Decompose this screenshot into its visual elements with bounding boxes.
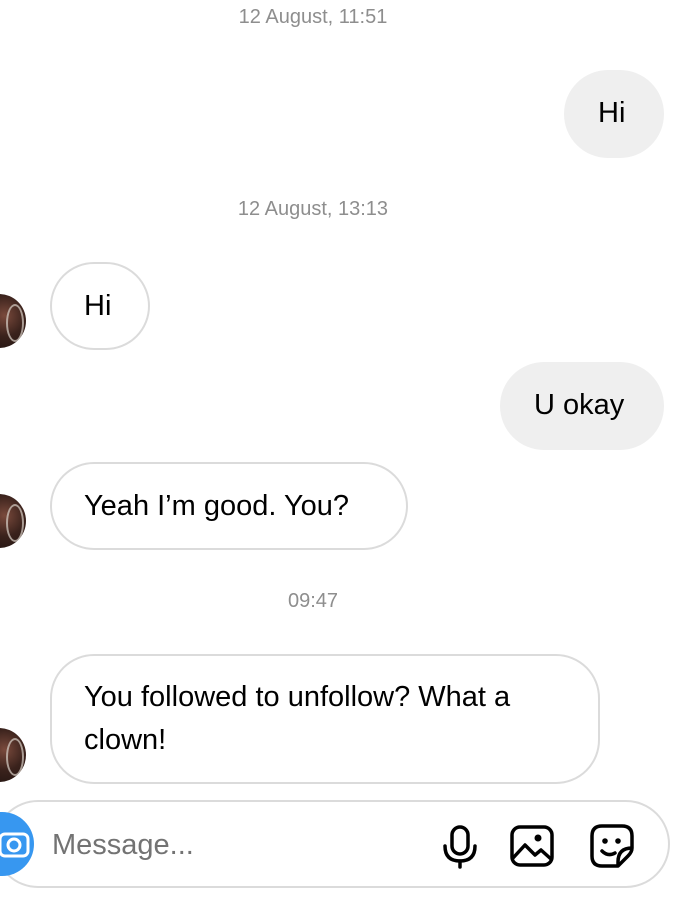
contact-avatar[interactable] [0,294,26,348]
outgoing-message-bubble[interactable]: Hi [564,70,664,158]
message-text: Yeah I’m good. You? [84,490,350,522]
message-composer [0,800,670,888]
gallery-icon[interactable] [508,822,556,870]
microphone-icon[interactable] [436,822,484,870]
message-text-line: You followed to unfollow? What a [84,681,511,713]
incoming-message-bubble[interactable]: You followed to unfollow? What a clown! [50,654,600,784]
timestamp-divider: 12 August, 13:13 [237,198,389,220]
incoming-message-bubble[interactable]: Yeah I’m good. You? [50,462,408,550]
incoming-message-bubble[interactable]: Hi [50,262,150,350]
message-text: Hi [598,97,626,129]
contact-avatar[interactable] [0,728,26,782]
contact-avatar[interactable] [0,494,26,548]
dm-thread-screen: 12 August, 11:51 Hi 12 August, 13:13 Hi … [0,0,688,904]
sticker-icon[interactable] [588,822,636,870]
timestamp-divider: 12 August, 11:51 [238,6,388,28]
camera-icon [0,832,30,858]
camera-button[interactable] [0,812,34,876]
message-input[interactable] [52,824,412,866]
message-text-line: clown! [84,724,167,756]
message-text: U okay [534,389,625,421]
outgoing-message-bubble[interactable]: U okay [500,362,664,450]
message-text: Hi [84,290,112,322]
timestamp-divider: 09:47 [287,590,339,612]
